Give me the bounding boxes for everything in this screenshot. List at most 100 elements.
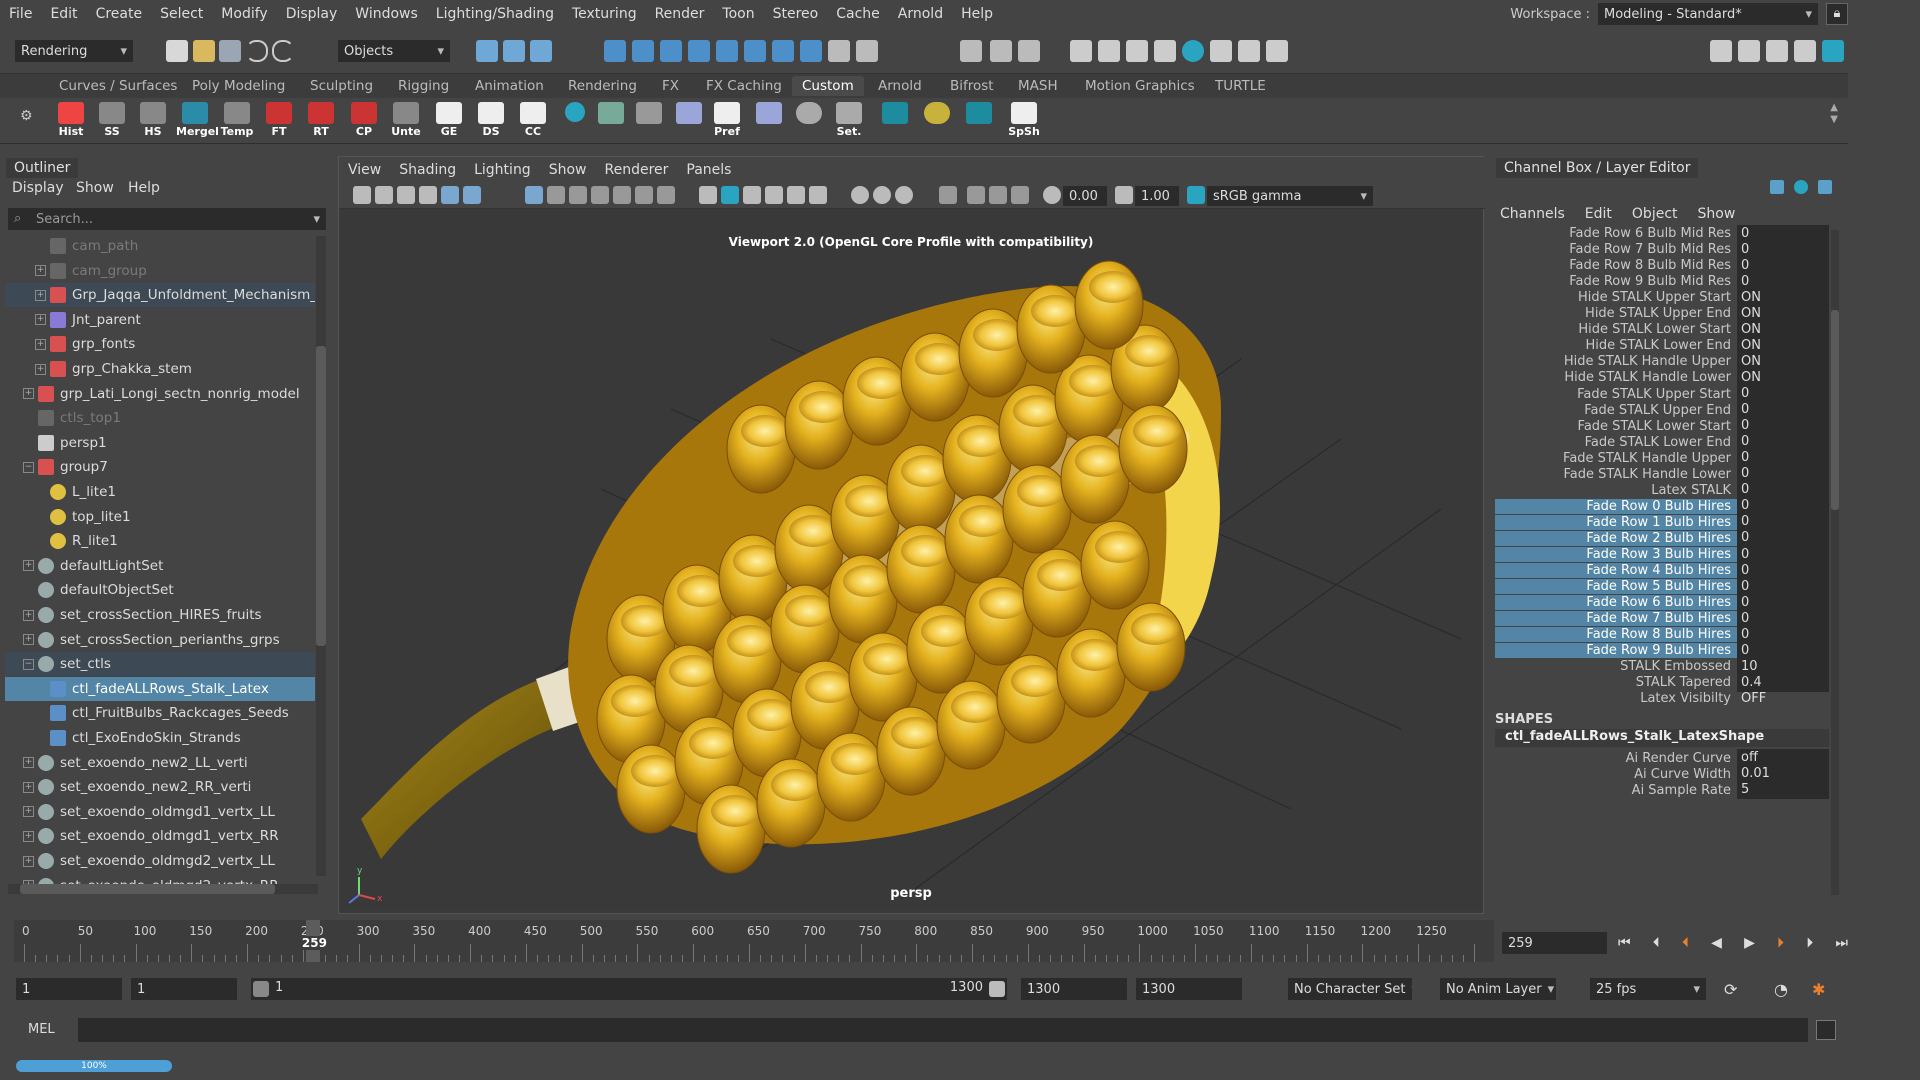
menu-file[interactable]: File [0,6,41,22]
channel-name[interactable]: Fade STALK Lower End [1495,435,1737,450]
select-hierarchy-icon[interactable] [476,40,498,62]
expand-icon[interactable]: + [23,855,34,867]
menu-modify[interactable]: Modify [212,6,276,22]
channel-name[interactable]: Fade Row 3 Bulb Hires [1495,547,1737,562]
render-current-frame-icon[interactable] [1070,40,1092,62]
menu-lighting-shading[interactable]: Lighting/Shading [427,6,563,22]
outliner-item[interactable]: + set_exoendo_new2_RR_verti [5,775,315,799]
ipr-icon[interactable] [1126,40,1148,62]
play-backwards-icon[interactable]: ◀ [1711,935,1722,951]
shelf-tab-animation[interactable]: Animation [465,76,554,96]
outliner-item[interactable]: + set_crossSection_perianths_grps [5,628,315,652]
isolate-select-icon[interactable] [939,186,957,204]
shelf-button-spsh[interactable]: SpSh [1005,102,1043,140]
menu-texturing[interactable]: Texturing [563,6,646,22]
shelf-button-ds[interactable]: DS [472,102,510,140]
collapse-icon[interactable]: − [23,461,34,473]
snap-grid-icon[interactable] [604,40,626,62]
shelf-tab-arnold[interactable]: Arnold [868,76,932,96]
gamma-icon[interactable] [1115,186,1133,204]
channel-name[interactable]: Fade Row 8 Bulb Mid Res [1495,258,1737,273]
viewport-menu-shading[interactable]: Shading [390,162,465,178]
outliner-item[interactable]: R_lite1 [5,529,315,553]
outliner-item[interactable]: + grp_Chakka_stem [5,357,315,381]
expand-icon[interactable]: + [35,289,46,301]
anim-layer-dropdown[interactable]: No Anim Layer [1440,978,1556,1000]
film-gate-icon[interactable] [547,186,565,204]
outliner-item[interactable]: + grp_fonts [5,332,315,356]
shelf-tab-fx-caching[interactable]: FX Caching [696,76,792,96]
menu-stereo[interactable]: Stereo [764,6,828,22]
channel-box-menu-object[interactable]: Object [1632,206,1678,222]
menu-select[interactable]: Select [151,6,212,22]
lock-icon[interactable]: 🔒︎ [1826,3,1848,25]
modeling-toolkit-icon[interactable] [1710,40,1732,62]
grid-toggle-icon[interactable] [525,186,543,204]
channel-name[interactable]: Hide STALK Lower Start [1495,322,1737,337]
snap-view-plane-icon[interactable] [716,40,738,62]
ipr-render-icon[interactable] [1098,40,1120,62]
select-object-icon[interactable] [503,40,525,62]
selection-mode-dropdown[interactable]: Objects [338,40,450,62]
step-back-frame-icon[interactable]: ⏴ [1653,935,1660,951]
shelf-button-mergel[interactable]: Mergel [176,102,219,140]
field-chart-icon[interactable] [613,186,631,204]
current-time-marker[interactable]: 259 [301,920,327,962]
shelf-button-temp[interactable]: Temp [218,102,256,140]
shelf-button-grid[interactable] [592,102,630,140]
expand-icon[interactable]: + [23,757,34,769]
xray-icon[interactable] [967,186,985,204]
2d-pan-zoom-icon[interactable] [441,186,459,204]
shape-node-name[interactable]: ctl_fadeALLRows_Stalk_LatexShape [1495,728,1829,747]
menu-edit[interactable]: Edit [41,6,86,22]
current-frame-field[interactable]: 259 [1502,932,1607,954]
expand-icon[interactable]: + [35,314,46,326]
channel-value[interactable]: 5 [1737,781,1829,800]
channel-name[interactable]: Fade Row 7 Bulb Mid Res [1495,242,1737,257]
shelf-button-cp[interactable]: CP [345,102,383,140]
viewport-menu-lighting[interactable]: Lighting [465,162,540,178]
shelf-button-measure[interactable] [918,102,956,140]
render-view-icon[interactable] [1018,40,1040,62]
shelf-button-unte[interactable]: Unte [387,102,425,140]
grease-pencil-icon[interactable] [463,186,481,204]
expand-icon[interactable]: + [23,609,34,621]
outliner-search-input[interactable]: Search... [36,212,93,227]
input-ops-icon[interactable] [856,40,878,62]
shelf-button-pref[interactable]: Pref [708,102,746,140]
animation-end-field[interactable]: 1300 [1136,978,1242,1000]
motion-blur-icon[interactable] [873,186,891,204]
channel-box-layout-icon[interactable] [1770,180,1784,194]
range-slider[interactable]: 1 1300 [251,978,1007,1000]
time-slider[interactable]: 0501001502002503003504004505005506006507… [14,920,1494,962]
outliner-item[interactable]: + set_crossSection_HIRES_fruits [5,603,315,627]
shelf-button-arnold-a[interactable] [876,102,914,140]
character-controls-icon[interactable] [1738,40,1760,62]
channel-box-menu-show[interactable]: Show [1698,206,1736,222]
step-forward-key-icon[interactable]: ⏵ [1777,935,1784,951]
help-snap-icon[interactable] [800,40,822,62]
shelf-scroll-arrows[interactable]: ▲ ▼ [1830,102,1838,126]
attribute-editor-icon[interactable] [1766,40,1788,62]
gate-mask-icon[interactable] [591,186,609,204]
shelf-button-pivot[interactable] [630,102,668,140]
gamma-field[interactable]: 1.00 [1135,186,1179,206]
channel-name[interactable]: STALK Embossed [1495,659,1737,674]
shelf-button-ss[interactable]: SS [93,102,131,140]
channel-name[interactable]: Fade Row 7 Bulb Hires [1495,611,1737,627]
shelf-button-shader[interactable] [790,102,828,140]
history-icon[interactable] [990,40,1012,62]
outliner-item[interactable]: top_lite1 [5,505,315,529]
render-sequence-icon[interactable] [1238,40,1260,62]
expand-icon[interactable]: + [35,338,46,350]
outliner-scrollbar[interactable] [316,236,326,876]
range-slider-start-handle[interactable] [253,981,269,997]
camera-select-icon[interactable] [353,186,371,204]
viewport-menu-renderer[interactable]: Renderer [595,162,677,178]
channel-name[interactable]: Fade STALK Lower Start [1495,419,1737,434]
command-input[interactable] [78,1018,1808,1042]
channel-name[interactable]: Fade Row 5 Bulb Hires [1495,579,1737,595]
channel-name[interactable]: Hide STALK Handle Lower [1495,370,1737,385]
exposure-field[interactable]: 0.00 [1063,186,1107,206]
channel-name[interactable]: Fade STALK Upper Start [1495,387,1737,402]
